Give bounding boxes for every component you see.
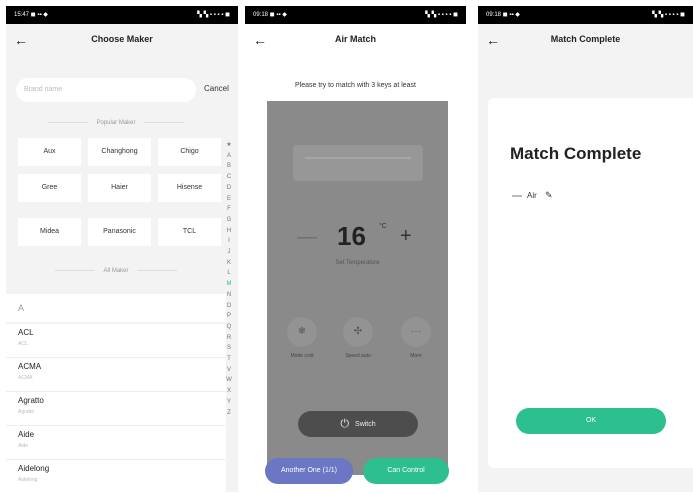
maker-haier[interactable]: Haier [88, 174, 151, 202]
status-bar: 09:18 ◼ ▪▪ ◆ ▚ ▚ ▪ ▪ ▪ ▪ ◼ [478, 6, 693, 24]
switch-label: Switch [355, 420, 376, 428]
match-complete-card: Match Complete Air ✎ OK [488, 98, 693, 468]
set-temperature-label: Set Temperature [335, 260, 380, 266]
brand-subtitle: Aidelong [18, 477, 38, 483]
index-letter[interactable]: L [224, 268, 234, 279]
index-letter[interactable]: E [224, 194, 234, 205]
status-icons: ▚ ▚ ▪ ▪ ▪ ▪ ◼ [652, 12, 685, 18]
brand-name: Agratto [18, 396, 44, 405]
status-time: 09:18 ◼ ▪▪ ◆ [486, 12, 520, 18]
header: ← Air Match [245, 24, 466, 58]
list-item[interactable]: Aide Aide [6, 426, 226, 460]
maker-changhong[interactable]: Changhong [88, 138, 151, 166]
brand-subtitle: ACL [18, 341, 28, 347]
snowflake-icon[interactable]: ❄ [287, 317, 317, 347]
more-icon[interactable]: ··· [401, 317, 431, 347]
index-letter[interactable]: G [224, 215, 234, 226]
brand-name: ACL [18, 328, 34, 337]
another-one-button[interactable]: Another One (1/1) [265, 458, 353, 484]
remote-panel: — 16 °C + Set Temperature ❄ ✣ ··· Mode c… [267, 101, 448, 475]
maker-aux[interactable]: Aux [18, 138, 81, 166]
list-item[interactable]: ACMA ACMA [6, 358, 226, 392]
page-title: Match Complete [550, 34, 621, 44]
brand-subtitle: Aide [18, 443, 29, 449]
choose-maker-screen: 15:47 ◼ ▪▪ ◆ ▚ ▚ ▪ ▪ ▪ ▪ ◼ ← Choose Make… [6, 6, 238, 492]
match-instruction: Please try to match with 3 keys at least [295, 82, 416, 89]
index-letter-active[interactable]: M [224, 279, 234, 290]
index-letter[interactable]: C [224, 172, 234, 183]
status-icons: ▚ ▚ ▪ ▪ ▪ ▪ ◼ [425, 12, 458, 18]
header: ← Choose Maker [6, 24, 238, 58]
maker-panasonic[interactable]: Panasonic [88, 218, 151, 246]
temperature-unit: °C [379, 223, 387, 230]
temperature-value: 16 [337, 221, 366, 251]
ac-device-icon [512, 194, 522, 197]
brand-name: Aide [18, 430, 35, 439]
all-maker-heading: All Maker [16, 268, 216, 274]
maker-gree[interactable]: Gree [18, 174, 81, 202]
maker-hisense[interactable]: Hisense [158, 174, 221, 202]
index-letter[interactable]: K [224, 258, 234, 269]
air-conditioner-icon [293, 145, 423, 181]
brand-search-input[interactable]: Brand name [16, 78, 196, 102]
can-control-button[interactable]: Can Control [363, 458, 449, 484]
mode-label: Mode cold [290, 353, 314, 359]
index-letter[interactable]: I [224, 236, 234, 247]
page-title: Choose Maker [91, 34, 153, 44]
status-icons: ▚ ▚ ▪ ▪ ▪ ▪ ◼ [197, 12, 230, 18]
card-title: Match Complete [510, 144, 642, 163]
index-letter[interactable]: F [224, 204, 234, 215]
index-letter[interactable]: ★ [224, 140, 234, 151]
all-maker-label: All Maker [103, 268, 129, 274]
minus-button[interactable]: — [297, 226, 317, 249]
header: ← Match Complete [478, 24, 693, 58]
page-title: Air Match [334, 34, 376, 44]
status-bar: 09:18 ◼ ▪▪ ◆ ▚ ▚ ▪ ▪ ▪ ▪ ◼ [245, 6, 466, 24]
air-match-screen: 09:18 ◼ ▪▪ ◆ ▚ ▚ ▪ ▪ ▪ ▪ ◼ ← Air Match P… [245, 6, 466, 492]
index-letter[interactable]: H [224, 226, 234, 237]
ok-button[interactable]: OK [516, 408, 666, 434]
index-letter[interactable]: A [224, 151, 234, 162]
section-letter: A [6, 294, 226, 322]
maker-tcl[interactable]: TCL [158, 218, 221, 246]
device-row: Air ✎ [512, 190, 553, 201]
pencil-icon[interactable]: ✎ [545, 190, 553, 200]
list-item[interactable]: Agratto Agratto [6, 392, 226, 426]
brand-subtitle: Agratto [18, 409, 35, 415]
index-letter[interactable]: D [224, 183, 234, 194]
device-name: Air [527, 191, 537, 200]
plus-button[interactable]: + [400, 225, 412, 248]
maker-midea[interactable]: Midea [18, 218, 81, 246]
brand-subtitle: ACMA [18, 375, 33, 381]
status-bar: 15:47 ◼ ▪▪ ◆ ▚ ▚ ▪ ▪ ▪ ▪ ◼ [6, 6, 238, 24]
speed-label: Speed auto [345, 353, 371, 359]
brand-name: ACMA [18, 362, 42, 371]
status-time: 15:47 ◼ ▪▪ ◆ [14, 12, 48, 18]
list-item[interactable]: Aidelong Aidelong [6, 460, 226, 492]
match-complete-screen: 09:18 ◼ ▪▪ ◆ ▚ ▚ ▪ ▪ ▪ ▪ ◼ ← Match Compl… [478, 6, 693, 492]
cancel-button[interactable]: Cancel [204, 84, 229, 93]
status-time: 09:18 ◼ ▪▪ ◆ [253, 12, 287, 18]
index-letter[interactable]: J [224, 247, 234, 258]
switch-button[interactable]: ⏻ Switch [298, 411, 418, 437]
brand-name: Aidelong [18, 464, 50, 473]
index-letter[interactable]: B [224, 161, 234, 172]
more-label: More [410, 353, 422, 359]
maker-chigo[interactable]: Chigo [158, 138, 221, 166]
brand-list: ACL ACL ACMA ACMA Agratto Agratto Aide A… [6, 324, 226, 492]
popular-maker-label: Popular Maker [96, 120, 136, 126]
fan-icon[interactable]: ✣ [343, 317, 373, 347]
popular-maker-heading: Popular Maker [16, 120, 216, 126]
list-item[interactable]: ACL ACL [6, 324, 226, 358]
power-icon: ⏻ [340, 418, 350, 430]
